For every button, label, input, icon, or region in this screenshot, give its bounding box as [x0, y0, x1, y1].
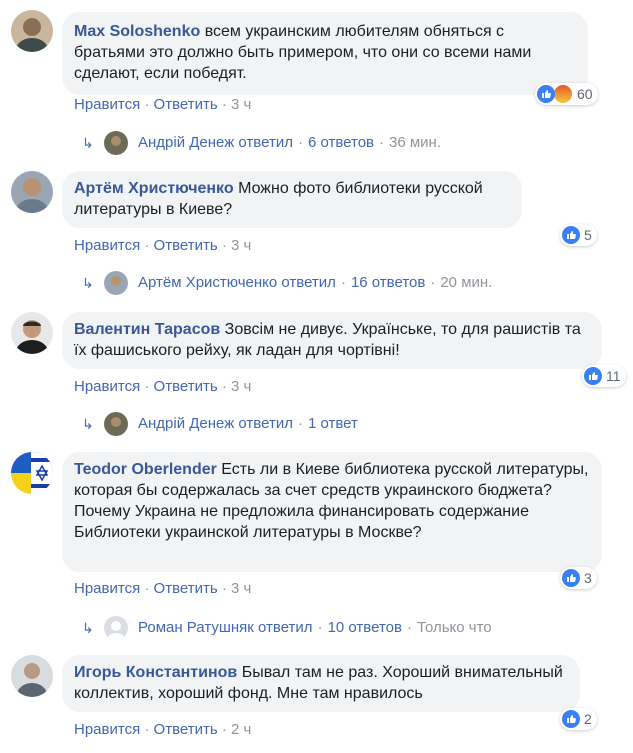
separator: ·: [340, 274, 346, 291]
reaction-summary[interactable]: 5: [560, 224, 597, 246]
separator: ·: [221, 378, 227, 395]
like-icon: [562, 226, 580, 244]
separator: ·: [221, 96, 227, 113]
comment-author[interactable]: Артём Христюченко: [74, 180, 234, 197]
replies-link[interactable]: ↳ Андрій Денеж ответил · 6 ответов · 36 …: [82, 131, 441, 155]
comment-actions: Нравится · Ответить · 3 ч: [74, 96, 251, 114]
separator: ·: [144, 237, 150, 254]
comment-actions: Нравится · Ответить · 3 ч: [74, 237, 251, 255]
reaction-count: 5: [584, 227, 592, 243]
separator: ·: [221, 721, 227, 738]
separator: ·: [144, 378, 150, 395]
reply-link[interactable]: Ответить: [154, 580, 218, 597]
reply-author-label[interactable]: Андрій Денеж ответил: [138, 414, 293, 434]
separator: ·: [297, 134, 303, 151]
reply-arrow-icon: ↳: [82, 620, 94, 636]
reply-avatar: [104, 616, 128, 640]
reaction-summary[interactable]: 2: [560, 708, 597, 730]
comment-actions: Нравится · Ответить · 3 ч: [74, 378, 251, 396]
reaction-summary[interactable]: 11: [582, 365, 626, 387]
reply-arrow-icon: ↳: [82, 135, 94, 151]
like-link[interactable]: Нравится: [74, 721, 140, 738]
angry-icon: [553, 84, 573, 104]
comment-actions: Нравится · Ответить · 2 ч: [74, 721, 251, 739]
separator: ·: [144, 96, 150, 113]
avatar[interactable]: [11, 452, 53, 494]
comment-author[interactable]: Валентин Тарасов: [74, 321, 220, 338]
comment-bubble: Игорь Константинов Бывал там не раз. Хор…: [62, 655, 580, 712]
reply-avatar: [104, 131, 128, 155]
avatar[interactable]: [11, 171, 53, 213]
reaction-count: 60: [577, 86, 593, 102]
reply-link[interactable]: Ответить: [154, 721, 218, 738]
comment-time[interactable]: 3 ч: [231, 237, 251, 254]
separator: ·: [379, 134, 385, 151]
like-icon: [584, 367, 602, 385]
avatar[interactable]: [11, 10, 53, 52]
reply-count[interactable]: 6 ответов: [308, 133, 374, 153]
like-link[interactable]: Нравится: [74, 237, 140, 254]
separator: ·: [297, 415, 303, 432]
like-icon: [562, 569, 580, 587]
reply-author-label[interactable]: Андрій Денеж ответил: [138, 133, 293, 153]
reply-avatar: [104, 412, 128, 436]
separator: ·: [221, 580, 227, 597]
reply-arrow-icon: ↳: [82, 275, 94, 291]
reply-count[interactable]: 10 ответов: [328, 618, 402, 638]
separator: ·: [144, 580, 150, 597]
replies-link[interactable]: ↳ Роман Ратушняк ответил · 10 ответов · …: [82, 616, 492, 640]
separator: ·: [406, 619, 412, 636]
separator: ·: [317, 619, 323, 636]
reply-count[interactable]: 16 ответов: [351, 273, 425, 293]
reply-arrow-icon: ↳: [82, 416, 94, 432]
avatar[interactable]: [11, 312, 53, 354]
like-icon: [537, 85, 555, 103]
avatar[interactable]: [11, 655, 53, 697]
comment-author[interactable]: Игорь Константинов: [74, 664, 237, 681]
reaction-count: 3: [584, 570, 592, 586]
like-icon: [562, 710, 580, 728]
separator: ·: [430, 274, 436, 291]
like-link[interactable]: Нравится: [74, 580, 140, 597]
reply-time: 20 мин.: [440, 274, 493, 291]
comment-author[interactable]: Teodor Oberlender: [74, 461, 217, 478]
replies-link[interactable]: ↳ Андрій Денеж ответил · 1 ответ: [82, 412, 358, 436]
like-link[interactable]: Нравится: [74, 378, 140, 395]
comment-author[interactable]: Max Soloshenko: [74, 23, 200, 40]
reply-time: Только что: [416, 619, 492, 636]
reaction-summary[interactable]: 3: [560, 567, 597, 589]
separator: ·: [144, 721, 150, 738]
reply-avatar: [104, 271, 128, 295]
reply-author-label[interactable]: Роман Ратушняк ответил: [138, 618, 313, 638]
comment-bubble: Teodor Oberlender Есть ли в Киеве библио…: [62, 452, 602, 572]
comment-time[interactable]: 2 ч: [231, 721, 251, 738]
reply-count[interactable]: 1 ответ: [308, 414, 358, 434]
reply-author-label[interactable]: Артём Христюченко ответил: [138, 273, 336, 293]
replies-link[interactable]: ↳ Артём Христюченко ответил · 16 ответов…: [82, 271, 492, 295]
comment-time[interactable]: 3 ч: [231, 580, 251, 597]
reaction-count: 11: [606, 368, 621, 384]
comment-bubble: Артём Христюченко Можно фото библиотеки …: [62, 171, 522, 228]
reply-time: 36 мин.: [389, 134, 442, 151]
reply-link[interactable]: Ответить: [154, 378, 218, 395]
separator: ·: [221, 237, 227, 254]
comment-bubble: Max Soloshenko всем украинским любителям…: [62, 12, 588, 95]
comment-bubble: Валентин Тарасов Зовсім не дивує. Україн…: [62, 312, 602, 369]
comment-time[interactable]: 3 ч: [231, 378, 251, 395]
comment-time[interactable]: 3 ч: [231, 96, 251, 113]
reaction-count: 2: [584, 711, 592, 727]
reply-link[interactable]: Ответить: [154, 96, 218, 113]
reaction-summary[interactable]: 60: [535, 83, 598, 105]
reply-link[interactable]: Ответить: [154, 237, 218, 254]
like-link[interactable]: Нравится: [74, 96, 140, 113]
comment-actions: Нравится · Ответить · 3 ч: [74, 580, 251, 598]
